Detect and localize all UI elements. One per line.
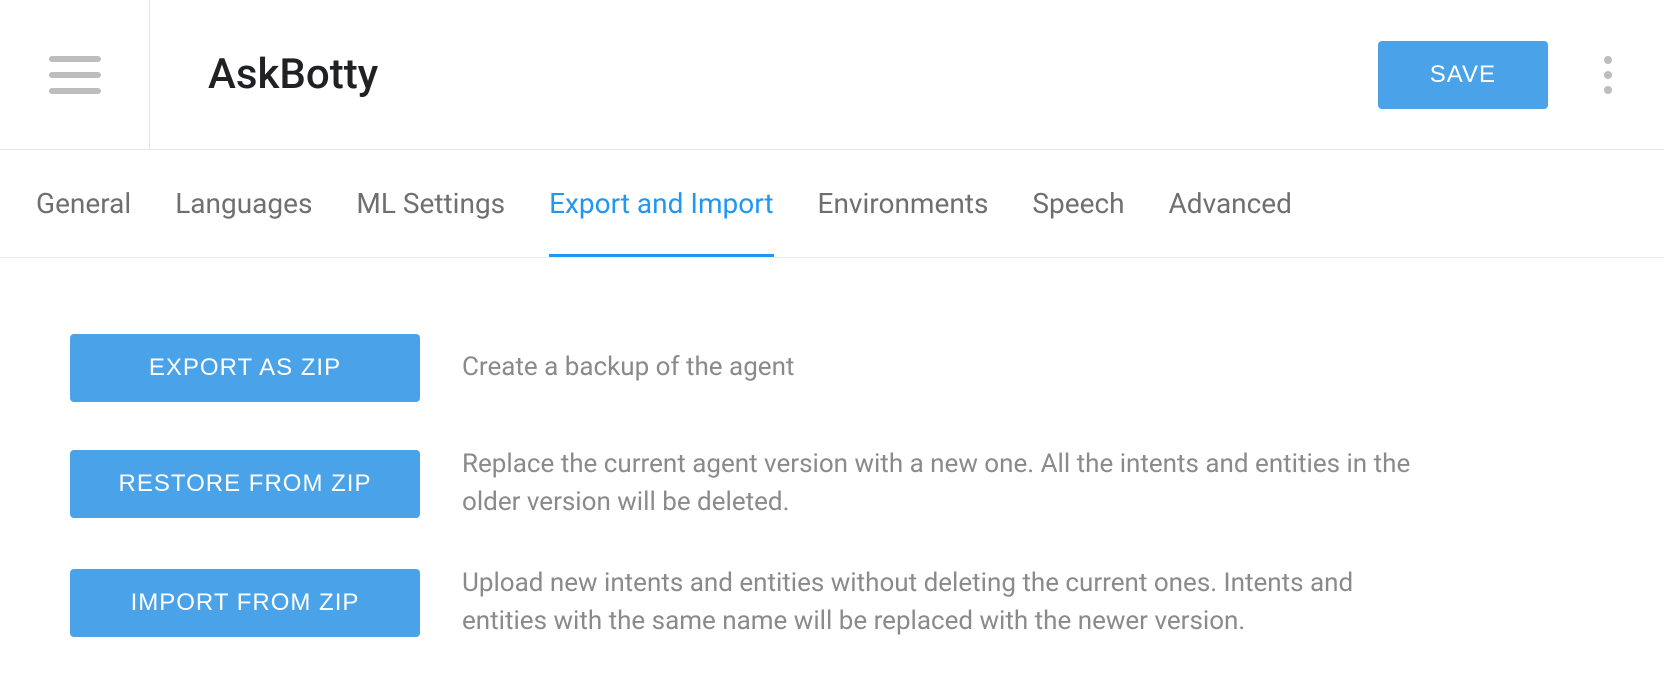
content-area: EXPORT AS ZIP Create a backup of the age… [0,258,1664,676]
header-bar: AskBotty SAVE [0,0,1664,150]
export-as-zip-button[interactable]: EXPORT AS ZIP [70,334,420,402]
restore-from-zip-button[interactable]: RESTORE FROM ZIP [70,450,420,518]
hamburger-icon[interactable] [49,56,101,94]
action-row-restore: RESTORE FROM ZIP Replace the current age… [70,446,1594,521]
tab-general[interactable]: General [36,150,131,257]
tab-advanced[interactable]: Advanced [1169,150,1292,257]
action-row-export: EXPORT AS ZIP Create a backup of the age… [70,334,1594,402]
page-title: AskBotty [208,50,378,99]
save-button[interactable]: SAVE [1378,41,1548,109]
import-from-zip-button[interactable]: IMPORT FROM ZIP [70,569,420,637]
tab-languages[interactable]: Languages [175,150,312,257]
tab-ml-settings[interactable]: ML Settings [356,150,505,257]
tab-bar: General Languages ML Settings Export and… [0,150,1664,258]
restore-description: Replace the current agent version with a… [462,446,1442,521]
tab-export-and-import[interactable]: Export and Import [549,150,773,257]
more-options-icon[interactable] [1588,50,1628,100]
menu-col [0,0,150,149]
tab-speech[interactable]: Speech [1032,150,1124,257]
import-description: Upload new intents and entities without … [462,565,1442,640]
tab-environments[interactable]: Environments [818,150,989,257]
action-row-import: IMPORT FROM ZIP Upload new intents and e… [70,565,1594,640]
export-description: Create a backup of the agent [462,349,794,387]
